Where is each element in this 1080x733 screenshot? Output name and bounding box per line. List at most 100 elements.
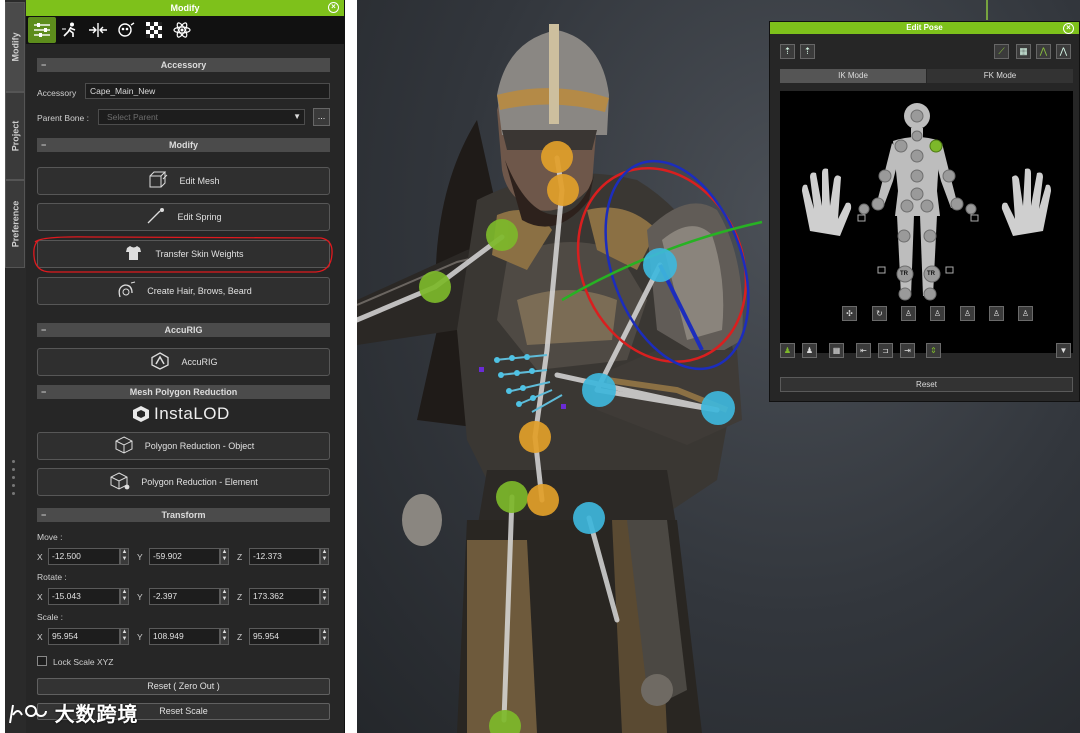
scale-x-field[interactable]: 95.954 — [48, 628, 120, 645]
rotate-z-field[interactable]: 173.362 — [249, 588, 320, 605]
height-adjust-icon[interactable]: ⇕ — [926, 343, 941, 358]
section-accurig[interactable]: − AccuRIG — [37, 323, 330, 337]
fk-chain-icon[interactable]: ⋀ — [1056, 44, 1071, 59]
move-x-label: X — [37, 552, 43, 562]
side-tab-modify[interactable]: Modify — [5, 2, 25, 92]
instalod-logo: InstaLOD — [132, 404, 230, 424]
move-label: Move : — [37, 532, 63, 542]
side-tab-project[interactable]: Project — [5, 92, 25, 180]
watermark-text: 大数跨境 — [54, 704, 139, 726]
move-y-spinner[interactable]: ▲ ▼ — [220, 548, 229, 565]
rotate-y-spinner[interactable]: ▲ ▼ — [220, 588, 229, 605]
scale-z-spinner[interactable]: ▲ ▼ — [320, 628, 329, 645]
pose-preset-3-icon[interactable]: ♙ — [960, 306, 975, 321]
section-transform[interactable]: − Transform — [37, 508, 330, 522]
edit-mesh-label: Edit Mesh — [179, 176, 220, 186]
align-icon[interactable] — [84, 17, 112, 43]
scale-x-label: X — [37, 632, 43, 642]
pose-mirror-right-icon[interactable]: ⇡ — [800, 44, 815, 59]
section-mesh-polygon-reduction-label: Mesh Polygon Reduction — [129, 387, 238, 397]
dropdown-chevron-icon[interactable]: ▼ — [1056, 343, 1071, 358]
scale-z-label: Z — [237, 632, 243, 642]
move-pose-icon[interactable]: ✣ — [842, 306, 857, 321]
bust-icon[interactable]: ♟ — [802, 343, 817, 358]
accurig-button[interactable]: AccuRIG — [37, 348, 330, 376]
checker-icon[interactable] — [140, 17, 168, 43]
fk-mode-tab[interactable]: FK Mode — [927, 69, 1073, 83]
pose-copy-icon[interactable]: ⊐ — [878, 343, 893, 358]
rotate-x-label: X — [37, 592, 43, 602]
pose-preset-2-icon[interactable]: ♙ — [930, 306, 945, 321]
scale-y-field[interactable]: 108.949 — [149, 628, 220, 645]
pose-mirror-left-icon[interactable]: ⇡ — [780, 44, 795, 59]
section-accessory[interactable]: − Accessory — [37, 58, 330, 72]
ik-chain-icon[interactable]: ⋀ — [1036, 44, 1051, 59]
move-z-label: Z — [237, 552, 243, 562]
physics-icon[interactable] — [168, 17, 196, 43]
watermark-icon — [9, 704, 47, 724]
resize-grip-dot — [12, 476, 15, 479]
side-tab-preference[interactable]: Preference — [5, 180, 25, 268]
modify-tab-strip — [26, 16, 344, 44]
rotate-x-spinner[interactable]: ▲ ▼ — [120, 588, 129, 605]
ik-mode-tab[interactable]: IK Mode — [780, 69, 926, 83]
motion-icon[interactable] — [56, 17, 84, 43]
scale-y-spinner[interactable]: ▲ ▼ — [220, 628, 229, 645]
lock-scale-checkbox[interactable] — [37, 656, 47, 666]
move-z-spinner[interactable]: ▲ ▼ — [320, 548, 329, 565]
section-mesh-polygon-reduction[interactable]: − Mesh Polygon Reduction — [37, 385, 330, 399]
tr-left-badge[interactable]: TR — [900, 271, 908, 277]
figure-select-icon[interactable]: ♟ — [780, 343, 795, 358]
checker-toggle-icon[interactable]: ▦ — [829, 343, 844, 358]
rotate-z-spinner[interactable]: ▲ ▼ — [320, 588, 329, 605]
polygon-reduction-object-label: Polygon Reduction - Object — [144, 441, 255, 451]
rotate-y-field[interactable]: -2.397 — [149, 588, 220, 605]
scale-y-label: Y — [137, 632, 143, 642]
align-left-icon[interactable]: ⇤ — [856, 343, 871, 358]
rotate-x-field[interactable]: -15.043 — [48, 588, 120, 605]
accessory-name-field[interactable]: Cape_Main_New — [85, 83, 330, 99]
spring-icon — [145, 207, 167, 228]
resize-grip-dot — [12, 492, 15, 495]
parent-bone-placeholder: Select Parent — [107, 112, 159, 122]
polygon-reduction-object-button[interactable]: Polygon Reduction - Object — [37, 432, 330, 460]
parent-bone-select[interactable]: Select Parent ▼ — [98, 109, 305, 125]
move-y-field[interactable]: -59.902 — [149, 548, 220, 565]
modify-panel-title: Modify — [170, 3, 200, 13]
edit-pose-reset-button[interactable]: Reset — [780, 377, 1073, 392]
move-x-spinner[interactable]: ▲ ▼ — [120, 548, 129, 565]
sliders-icon[interactable] — [28, 17, 56, 43]
more-options-button[interactable]: ... — [313, 108, 330, 126]
scale-z-field[interactable]: 95.954 — [249, 628, 320, 645]
highlight-circle — [33, 236, 333, 273]
parent-bone-label: Parent Bone : — [37, 113, 89, 123]
body-picker-canvas[interactable]: TR TR ✣ ↻ ♙ ♙ ♙ ♙ ♙ — [780, 91, 1073, 353]
close-icon[interactable]: × — [328, 2, 339, 13]
resize-grip-dot — [12, 468, 15, 471]
polygon-reduction-element-button[interactable]: Polygon Reduction - Element — [37, 468, 330, 496]
rotate-pose-icon[interactable]: ↻ — [872, 306, 887, 321]
move-y-label: Y — [137, 552, 143, 562]
edit-mesh-button[interactable]: Edit Mesh — [37, 167, 330, 195]
close-icon[interactable]: × — [1063, 23, 1074, 34]
bone-icon[interactable]: ⟋ — [994, 44, 1009, 59]
move-z-field[interactable]: -12.373 — [249, 548, 320, 565]
polygon-reduction-element-label: Polygon Reduction - Element — [141, 477, 258, 487]
scale-x-spinner[interactable]: ▲ ▼ — [120, 628, 129, 645]
reset-zero-out-button[interactable]: Reset ( Zero Out ) — [37, 678, 330, 695]
side-tab-project-label: Project — [10, 120, 21, 152]
create-hair-button[interactable]: Create Hair, Brows, Beard — [37, 277, 330, 305]
edit-spring-label: Edit Spring — [177, 212, 222, 222]
grid-view-icon[interactable]: ▦ — [1016, 44, 1031, 59]
edit-spring-button[interactable]: Edit Spring — [37, 203, 330, 231]
pose-preset-1-icon[interactable]: ♙ — [901, 306, 916, 321]
section-modify[interactable]: − Modify — [37, 138, 330, 152]
pose-preset-4-icon[interactable]: ♙ — [989, 306, 1004, 321]
rotate-y-label: Y — [137, 592, 143, 602]
align-right-icon[interactable]: ⇥ — [900, 343, 915, 358]
lock-scale-label: Lock Scale XYZ — [53, 657, 114, 667]
move-x-field[interactable]: -12.500 — [48, 548, 120, 565]
tr-right-badge[interactable]: TR — [927, 271, 935, 277]
pose-preset-5-icon[interactable]: ♙ — [1018, 306, 1033, 321]
morph-icon[interactable] — [112, 17, 140, 43]
